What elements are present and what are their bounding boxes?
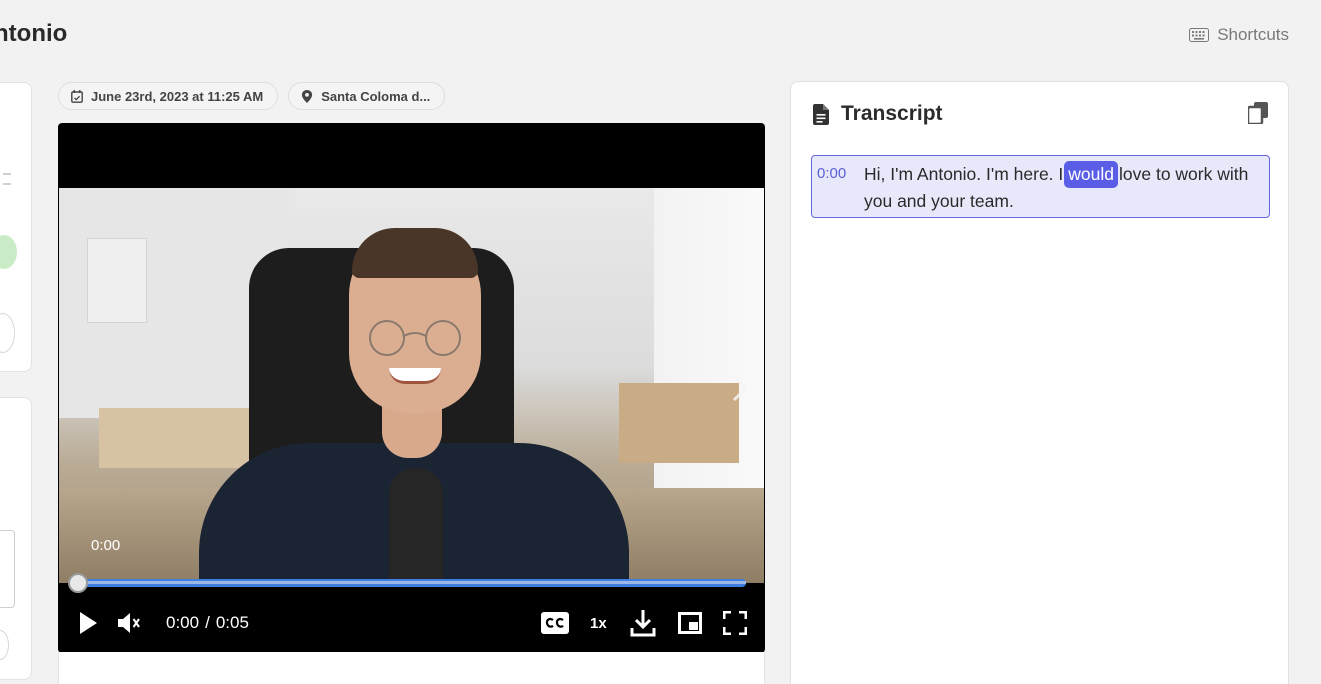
video-footer-card [58, 652, 765, 684]
shortcuts-label: Shortcuts [1217, 25, 1289, 44]
round-button[interactable] [0, 313, 15, 353]
current-time: 0:00 [166, 613, 200, 632]
fullscreen-icon [723, 611, 747, 635]
document-icon [813, 103, 829, 125]
copy-icon[interactable] [1248, 102, 1268, 124]
left-notes-card [0, 397, 32, 680]
location-label: Santa Coloma d... [321, 88, 431, 104]
player-controls: 0:00 / 0:05 1x [58, 601, 765, 645]
left-panel-card [0, 82, 32, 372]
transcript-panel: Transcript 0:00 Hi, I'm Antonio. I'm her… [790, 81, 1289, 684]
transcript-current-word[interactable]: would [1064, 161, 1118, 188]
menu-icon[interactable] [3, 173, 11, 185]
transcript-timestamp[interactable]: 0:00 [812, 156, 864, 217]
picture-in-picture-icon [678, 612, 702, 634]
map-pin-icon [302, 89, 313, 103]
video-player[interactable]: 0:00 0:00 / 0:05 1x [58, 123, 765, 653]
video-frame[interactable] [59, 188, 764, 583]
notes-textarea[interactable] [0, 530, 15, 608]
download-icon [630, 610, 656, 637]
play-icon [80, 612, 97, 634]
transcript-title: Transcript [841, 102, 943, 125]
fullscreen-button[interactable] [723, 611, 747, 635]
volume-button[interactable] [116, 610, 142, 636]
transcript-entry[interactable]: 0:00 Hi, I'm Antonio. I'm here. Iwould lo… [811, 155, 1270, 218]
duration: 0:05 [215, 613, 249, 632]
shortcuts-button[interactable]: Shortcuts [1189, 25, 1289, 45]
volume-muted-icon [118, 613, 140, 633]
play-button[interactable] [76, 610, 100, 636]
buffer-bar [74, 581, 746, 584]
keyboard-icon [1189, 28, 1210, 42]
picture-in-picture-button[interactable] [678, 612, 702, 634]
time-display: 0:00 / 0:05 [166, 613, 249, 633]
transcript-header: Transcript [813, 102, 943, 126]
closed-captions-icon [541, 612, 569, 634]
avatar [0, 235, 17, 269]
chevron-right-icon[interactable] [730, 373, 750, 403]
date-label: June 23rd, 2023 at 11:25 AM [91, 88, 264, 104]
page-title: ntonio [0, 20, 68, 47]
speed-button[interactable]: 1x [590, 615, 607, 632]
download-button[interactable] [630, 609, 656, 637]
meta-chips: June 23rd, 2023 at 11:25 AM Santa Coloma… [58, 82, 446, 110]
transcript-text: Hi, I'm Antonio. I'm here. Iwould love to… [864, 156, 1269, 217]
location-chip[interactable]: Santa Coloma d... [288, 82, 446, 110]
calendar-icon [71, 89, 83, 103]
progress-handle[interactable] [68, 573, 88, 593]
date-chip: June 23rd, 2023 at 11:25 AM [58, 82, 279, 110]
hover-time: 0:00 [91, 537, 121, 554]
transcript-text-before[interactable]: Hi, I'm Antonio. I'm here. I [864, 164, 1063, 184]
round-button[interactable] [0, 630, 9, 660]
captions-button[interactable] [541, 612, 569, 634]
progress-bar[interactable] [68, 573, 746, 593]
time-separator: / [205, 613, 210, 632]
